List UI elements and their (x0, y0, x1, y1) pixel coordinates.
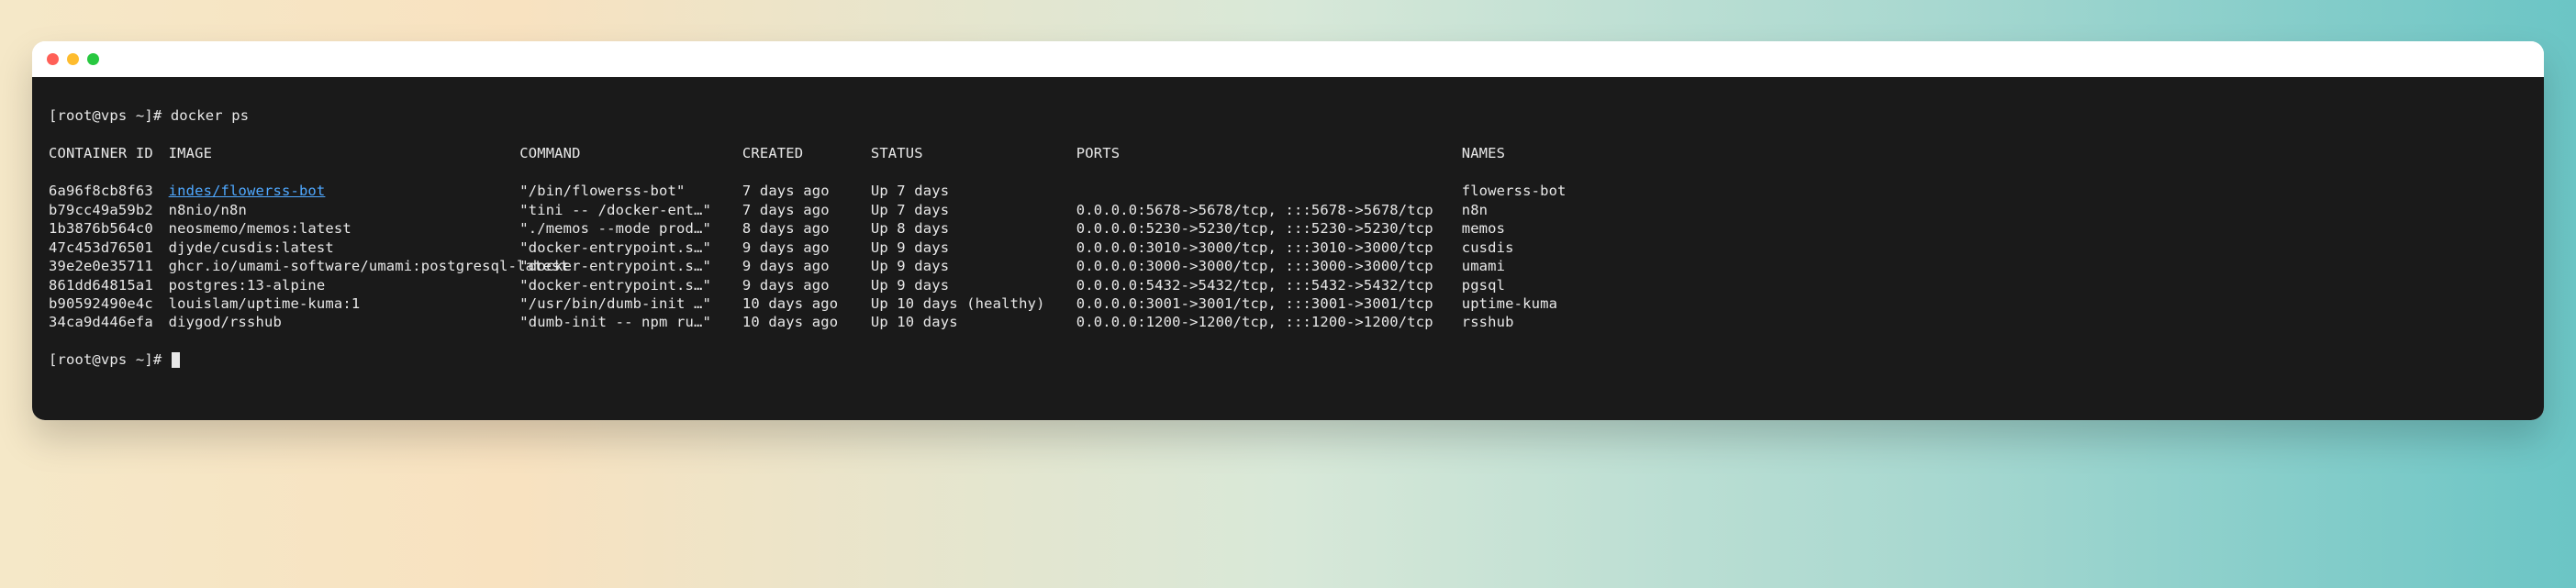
table-row: 47c453d76501djyde/cusdis:latest"docker-e… (49, 239, 2527, 257)
table-row: 861dd64815a1postgres:13-alpine"docker-en… (49, 276, 2527, 294)
cell-ports: 0.0.0.0:1200->1200/tcp, :::1200->1200/tc… (1076, 313, 1462, 331)
cell-created: 9 days ago (742, 276, 871, 294)
cell-container-id: b79cc49a59b2 (49, 201, 169, 219)
cursor-icon (172, 352, 180, 368)
cell-names: pgsql (1462, 276, 1505, 294)
cell-ports: 0.0.0.0:5678->5678/tcp, :::5678->5678/tc… (1076, 201, 1462, 219)
cell-image: ghcr.io/umami-software/umami:postgresql-… (169, 257, 520, 275)
cell-created: 10 days ago (742, 313, 871, 331)
col-header-image: IMAGE (169, 144, 520, 162)
cell-image: diygod/rsshub (169, 313, 520, 331)
cell-ports: 0.0.0.0:3000->3000/tcp, :::3000->3000/tc… (1076, 257, 1462, 275)
cell-names: memos (1462, 219, 1505, 238)
cell-created: 9 days ago (742, 257, 871, 275)
cell-ports (1076, 182, 1462, 200)
col-header-command: COMMAND (519, 144, 742, 162)
cell-status: Up 9 days (871, 239, 1076, 257)
prompt-line: [root@vps ~]# docker ps (49, 106, 2527, 125)
cell-container-id: 47c453d76501 (49, 239, 169, 257)
col-header-ports: PORTS (1076, 144, 1462, 162)
cell-status: Up 9 days (871, 257, 1076, 275)
cell-image[interactable]: indes/flowerss-bot (169, 182, 520, 200)
table-row: 1b3876b564c0neosmemo/memos:latest"./memo… (49, 219, 2527, 238)
cell-created: 10 days ago (742, 294, 871, 313)
table-row: b79cc49a59b2n8nio/n8n"tini -- /docker-en… (49, 201, 2527, 219)
cell-container-id: 34ca9d446efa (49, 313, 169, 331)
table-header-row: CONTAINER IDIMAGECOMMANDCREATEDSTATUSPOR… (49, 144, 2527, 162)
cell-status: Up 8 days (871, 219, 1076, 238)
cell-image: neosmemo/memos:latest (169, 219, 520, 238)
prompt-line-bottom: [root@vps ~]# (49, 350, 2527, 369)
cell-ports: 0.0.0.0:3010->3000/tcp, :::3010->3000/tc… (1076, 239, 1462, 257)
zoom-dot-icon[interactable] (87, 53, 99, 65)
cell-names: umami (1462, 257, 1505, 275)
cell-created: 7 days ago (742, 182, 871, 200)
table-row: 34ca9d446efadiygod/rsshub"dumb-init -- n… (49, 313, 2527, 331)
col-header-status: STATUS (871, 144, 1076, 162)
cell-image: n8nio/n8n (169, 201, 520, 219)
cell-created: 9 days ago (742, 239, 871, 257)
cell-status: Up 7 days (871, 201, 1076, 219)
cell-command: "/bin/flowerss-bot" (519, 182, 742, 200)
cell-container-id: 861dd64815a1 (49, 276, 169, 294)
terminal-body[interactable]: [root@vps ~]# docker ps CONTAINER IDIMAG… (32, 77, 2544, 420)
cell-command: "tini -- /docker-ent…" (519, 201, 742, 219)
cell-names: n8n (1462, 201, 1488, 219)
col-header-names: NAMES (1462, 144, 1505, 162)
cell-status: Up 10 days (871, 313, 1076, 331)
cell-container-id: 39e2e0e35711 (49, 257, 169, 275)
cell-container-id: 1b3876b564c0 (49, 219, 169, 238)
cell-created: 7 days ago (742, 201, 871, 219)
cell-command: "dumb-init -- npm ru…" (519, 313, 742, 331)
cell-created: 8 days ago (742, 219, 871, 238)
cell-image: louislam/uptime-kuma:1 (169, 294, 520, 313)
cell-image: postgres:13-alpine (169, 276, 520, 294)
cell-names: uptime-kuma (1462, 294, 1557, 313)
cell-command: "/usr/bin/dumb-init …" (519, 294, 742, 313)
cell-names: rsshub (1462, 313, 1514, 331)
window-titlebar (32, 41, 2544, 77)
cell-container-id: 6a96f8cb8f63 (49, 182, 169, 200)
terminal-window: [root@vps ~]# docker ps CONTAINER IDIMAG… (32, 41, 2544, 420)
cell-names: cusdis (1462, 239, 1514, 257)
cell-ports: 0.0.0.0:5230->5230/tcp, :::5230->5230/tc… (1076, 219, 1462, 238)
col-header-created: CREATED (742, 144, 871, 162)
cell-ports: 0.0.0.0:3001->3001/tcp, :::3001->3001/tc… (1076, 294, 1462, 313)
close-dot-icon[interactable] (47, 53, 59, 65)
cell-names: flowerss-bot (1462, 182, 1567, 200)
cell-command: "./memos --mode prod…" (519, 219, 742, 238)
cell-status: Up 9 days (871, 276, 1076, 294)
col-header-id: CONTAINER ID (49, 144, 169, 162)
cell-status: Up 7 days (871, 182, 1076, 200)
cell-image: djyde/cusdis:latest (169, 239, 520, 257)
cell-container-id: b90592490e4c (49, 294, 169, 313)
cell-command: "docker-entrypoint.s…" (519, 239, 742, 257)
cell-command: "docker-entrypoint.s…" (519, 276, 742, 294)
minimize-dot-icon[interactable] (67, 53, 79, 65)
cell-command: "docker-entrypoint.s…" (519, 257, 742, 275)
cell-ports: 0.0.0.0:5432->5432/tcp, :::5432->5432/tc… (1076, 276, 1462, 294)
table-row: 6a96f8cb8f63indes/flowerss-bot"/bin/flow… (49, 182, 2527, 200)
table-row: b90592490e4clouislam/uptime-kuma:1"/usr/… (49, 294, 2527, 313)
table-row: 39e2e0e35711ghcr.io/umami-software/umami… (49, 257, 2527, 275)
cell-status: Up 10 days (healthy) (871, 294, 1076, 313)
